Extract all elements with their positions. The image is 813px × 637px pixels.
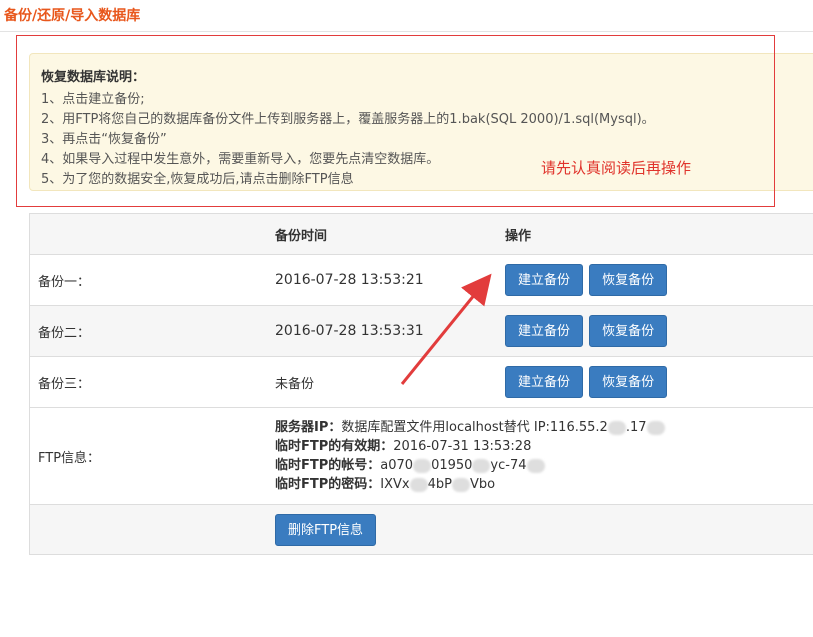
ftp-account-value: a070	[380, 458, 414, 473]
ftp-expiry-key: 临时FTP的有效期：	[275, 439, 394, 454]
ftp-password-key: 临时FTP的密码：	[275, 477, 381, 492]
ftp-password-value: 4bP	[427, 477, 452, 492]
ftp-expiry-value: 2016-07-31 13:53:28	[393, 439, 532, 454]
redaction-blur	[409, 477, 428, 492]
ftp-server-key: 服务器IP：	[275, 420, 342, 435]
table-row: 备份二： 2016-07-28 13:53:31 建立备份 恢复备份	[29, 305, 813, 357]
ftp-server-value-tail: .17	[625, 420, 647, 435]
table-header-row: 备份时间 操作	[29, 213, 813, 255]
table-row: 删除FTP信息	[29, 504, 813, 555]
backup-time: 2016-07-28 13:53:31	[268, 305, 504, 357]
redaction-blur	[646, 420, 665, 435]
table-row: 备份一： 2016-07-28 13:53:21 建立备份 恢复备份	[29, 254, 813, 306]
ftp-account-value: 01950	[431, 458, 473, 473]
page-title: 备份/还原/导入数据库	[4, 8, 141, 24]
instruction-line: 1、点击建立备份;	[41, 92, 145, 107]
ftp-server-value: 数据库配置文件用localhost替代 IP:116.55.2	[341, 420, 608, 435]
ftp-account-key: 临时FTP的帐号：	[275, 458, 381, 473]
backup-time: 未备份	[268, 356, 504, 408]
header-action: 操作	[504, 213, 813, 255]
ftp-label: FTP信息：	[29, 407, 268, 505]
delete-ftp-cell: 删除FTP信息	[268, 504, 813, 555]
backup-label: 备份一：	[29, 254, 268, 306]
ftp-details: 服务器IP：数据库配置文件用localhost替代 IP:116.55.2 .17…	[268, 407, 813, 505]
backup-actions: 建立备份 恢复备份	[504, 305, 813, 357]
header-backup-time: 备份时间	[268, 213, 504, 255]
backup-label: 备份三：	[29, 356, 268, 408]
table-row: 备份三： 未备份 建立备份 恢复备份	[29, 356, 813, 408]
backup-actions: 建立备份 恢复备份	[504, 254, 813, 306]
restore-backup-button[interactable]: 恢复备份	[589, 315, 668, 347]
create-backup-button[interactable]: 建立备份	[505, 366, 584, 398]
backup-table: 备份时间 操作 备份一： 2016-07-28 13:53:21 建立备份 恢复…	[29, 213, 813, 555]
redaction-blur	[472, 458, 491, 473]
backup-actions: 建立备份 恢复备份	[504, 356, 813, 408]
delete-ftp-button[interactable]: 删除FTP信息	[275, 513, 377, 546]
ftp-password-line: 临时FTP的密码：IXVx 4bP Vbo	[275, 475, 813, 494]
page-header: 备份/还原/导入数据库	[0, 0, 813, 32]
empty-cell	[29, 504, 268, 555]
instruction-line: 4、如果导入过程中发生意外，需要重新导入，您要先点清空数据库。	[41, 152, 440, 167]
backup-label: 备份二：	[29, 305, 268, 357]
header-cell-empty	[29, 213, 268, 255]
table-row: FTP信息： 服务器IP：数据库配置文件用localhost替代 IP:116.…	[29, 407, 813, 505]
redaction-blur	[526, 458, 545, 473]
ftp-account-value: yc-74	[490, 458, 527, 473]
restore-instructions: 恢复数据库说明： 1、点击建立备份; 2、用FTP将您自己的数据库备份文件上传到…	[29, 53, 813, 191]
instruction-line: 3、再点击“恢复备份”	[41, 132, 167, 147]
ftp-password-value: IXVx	[380, 477, 410, 492]
backup-time: 2016-07-28 13:53:21	[268, 254, 504, 306]
instructions-heading: 恢复数据库说明：	[41, 70, 146, 85]
restore-backup-button[interactable]: 恢复备份	[589, 366, 668, 398]
ftp-account-line: 临时FTP的帐号：a070 01950 yc-74	[275, 456, 813, 475]
create-backup-button[interactable]: 建立备份	[505, 315, 584, 347]
redaction-blur	[451, 477, 470, 492]
read-first-annotation: 请先认真阅读后再操作	[541, 159, 692, 177]
ftp-password-value: Vbo	[469, 477, 496, 492]
instruction-line: 5、为了您的数据安全,恢复成功后,请点击删除FTP信息	[41, 172, 354, 187]
create-backup-button[interactable]: 建立备份	[505, 264, 584, 296]
redaction-blur	[413, 458, 432, 473]
restore-backup-button[interactable]: 恢复备份	[589, 264, 668, 296]
redaction-blur	[607, 420, 626, 435]
ftp-expiry-line: 临时FTP的有效期：2016-07-31 13:53:28	[275, 437, 813, 456]
instruction-line: 2、用FTP将您自己的数据库备份文件上传到服务器上，覆盖服务器上的1.bak(S…	[41, 112, 655, 127]
ftp-server-line: 服务器IP：数据库配置文件用localhost替代 IP:116.55.2 .17	[275, 418, 813, 437]
